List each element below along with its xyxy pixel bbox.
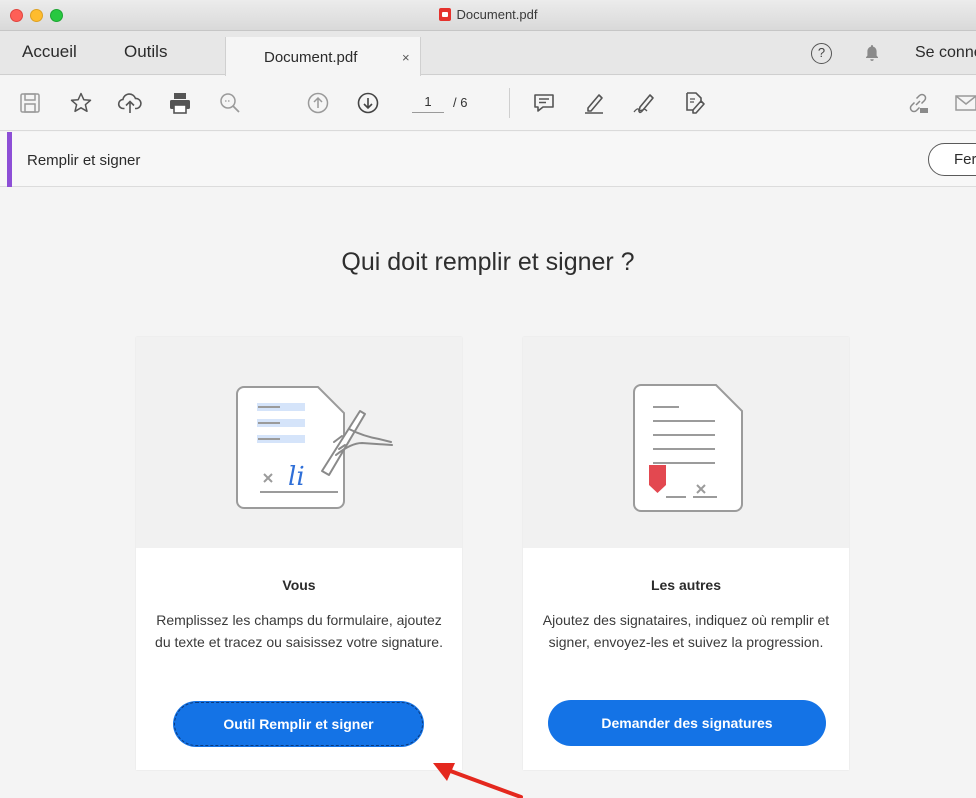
sign-icon[interactable] bbox=[631, 90, 657, 116]
page-number-input[interactable]: 1 bbox=[412, 94, 444, 113]
tool-accent-stripe bbox=[7, 132, 12, 187]
svg-text:li: li bbox=[288, 462, 305, 492]
title-bar: Document.pdf bbox=[0, 0, 976, 31]
card-you: li Vous Remplissez les champs du formula… bbox=[136, 337, 462, 770]
notifications-bell-icon[interactable] bbox=[864, 44, 880, 67]
fill-sign-title: Remplir et signer bbox=[27, 152, 141, 169]
sign-in-link[interactable]: Se connecter bbox=[915, 44, 976, 62]
tab-close-icon[interactable]: × bbox=[402, 50, 410, 65]
card-you-description: Remplissez les champs du formulaire, ajo… bbox=[155, 612, 443, 650]
page-heading: Qui doit remplir et signer ? bbox=[341, 248, 635, 276]
pdf-file-icon bbox=[438, 8, 451, 21]
annotation-arrow-icon bbox=[433, 763, 523, 798]
fill-sign-tool-button[interactable]: Outil Remplir et signer bbox=[173, 701, 424, 747]
request-signatures-illustration bbox=[523, 337, 849, 548]
print-icon[interactable] bbox=[167, 90, 193, 116]
close-tool-button[interactable]: Fermer bbox=[928, 143, 976, 176]
card-others: Les autres Ajoutez des signataires, indi… bbox=[523, 337, 849, 770]
upload-icon[interactable] bbox=[117, 90, 143, 116]
page-up-icon[interactable] bbox=[305, 90, 331, 116]
tab-bar: Accueil Outils Document.pdf × ? Se conne… bbox=[0, 31, 976, 76]
tab-document[interactable]: Document.pdf × bbox=[225, 37, 421, 76]
comment-icon[interactable] bbox=[531, 90, 557, 116]
main-content: Qui doit remplir et signer ? li Vous Rem… bbox=[0, 188, 976, 798]
page-total: / 6 bbox=[453, 95, 468, 110]
card-others-title: Les autres bbox=[650, 577, 722, 593]
help-icon[interactable]: ? bbox=[811, 43, 832, 64]
zoom-icon[interactable] bbox=[217, 90, 243, 116]
fill-form-icon[interactable] bbox=[681, 90, 707, 116]
card-others-description: Ajoutez des signataires, indiquez où rem… bbox=[542, 612, 830, 650]
link-icon[interactable] bbox=[905, 90, 931, 116]
highlight-icon[interactable] bbox=[581, 90, 607, 116]
toolbar: 1 / 6 bbox=[0, 76, 976, 131]
page-down-icon[interactable] bbox=[355, 90, 381, 116]
star-icon[interactable] bbox=[68, 90, 94, 116]
save-icon[interactable] bbox=[17, 90, 43, 116]
fill-sign-bar: Remplir et signer Fermer bbox=[0, 132, 976, 187]
window-title: Document.pdf bbox=[0, 7, 976, 22]
fill-sign-yourself-illustration: li bbox=[136, 337, 462, 548]
tab-home[interactable]: Accueil bbox=[22, 42, 77, 62]
toolbar-divider bbox=[509, 88, 510, 118]
tab-tools[interactable]: Outils bbox=[124, 42, 167, 62]
request-signatures-button[interactable]: Demander des signatures bbox=[548, 700, 826, 746]
tab-document-label: Document.pdf bbox=[264, 49, 358, 66]
mail-icon[interactable] bbox=[953, 90, 976, 116]
card-you-title: Vous bbox=[282, 577, 316, 593]
